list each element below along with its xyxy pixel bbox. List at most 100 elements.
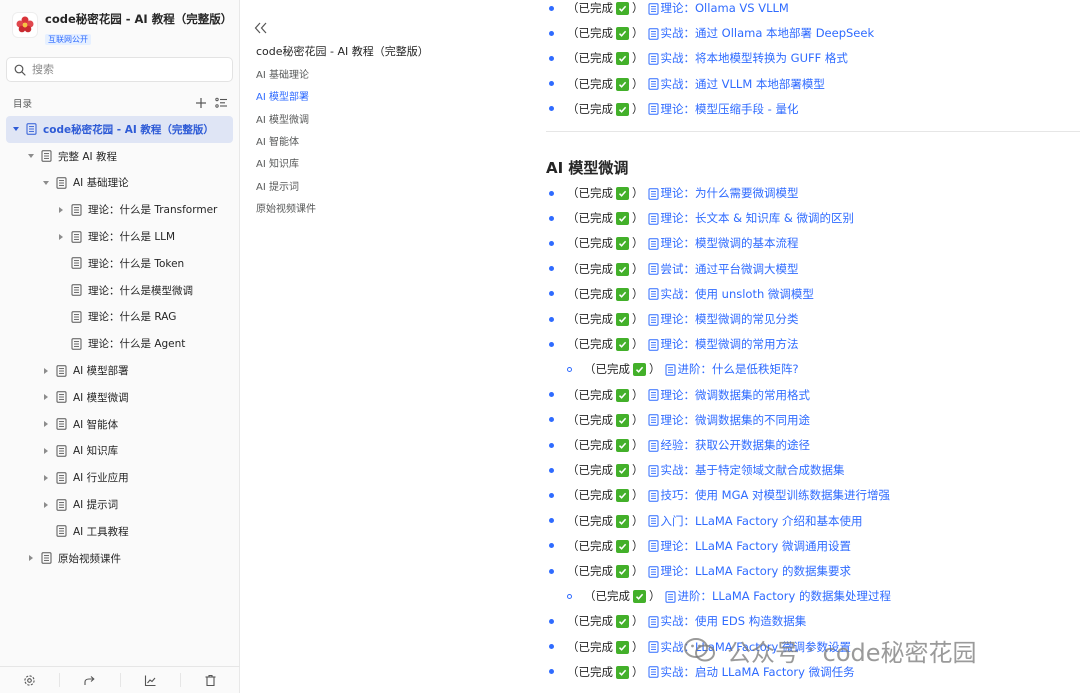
status-text: （已完成 (567, 76, 613, 91)
caret-right-icon[interactable] (42, 501, 50, 509)
outline-item[interactable]: AI 基础理论 (256, 66, 309, 81)
caret-right-icon[interactable] (42, 393, 50, 401)
watermark-separator: · (807, 636, 815, 664)
close-paren: ） (632, 26, 644, 41)
toc-item[interactable]: 理论：什么是 LLM (6, 223, 233, 250)
outline-item[interactable]: AI 智能体 (256, 133, 299, 148)
doc-link[interactable]: 进阶：LLaMA Factory 的数据集处理过程 (661, 589, 891, 603)
list-item-content: （已完成）经验：获取公开数据集的途径 (567, 437, 810, 453)
toc-item[interactable]: AI 工具教程 (6, 518, 233, 545)
doc-link[interactable]: 理论：为什么需要微调模型 (644, 186, 799, 200)
toc-item[interactable]: AI 模型部署 (6, 357, 233, 384)
doc-link[interactable]: 理论：微调数据集的常用格式 (644, 388, 810, 402)
doc-link[interactable]: 理论：Ollama VS VLLM (644, 1, 789, 15)
bullet (549, 240, 554, 246)
doc-link[interactable]: 理论：模型微调的常见分类 (644, 312, 799, 326)
doc-link[interactable]: 进阶：什么是低秩矩阵? (661, 362, 799, 376)
document-icon (71, 230, 82, 243)
plus-icon[interactable] (195, 97, 207, 109)
doc-title: LLaMA Factory 介绍和基本使用 (695, 513, 863, 528)
toc-item[interactable]: 理论：什么是 Agent (6, 330, 233, 357)
close-paren: ） (632, 463, 644, 478)
doc-link[interactable]: 实战：将本地模型转换为 GUFF 格式 (644, 51, 848, 65)
toc-item[interactable]: 理论：什么是 RAG (6, 304, 233, 331)
doc-link[interactable]: 理论：长文本 & 知识库 & 微调的区别 (644, 211, 854, 225)
outline-item[interactable]: AI 知识库 (256, 155, 299, 170)
doc-link[interactable]: 理论：模型压缩手段 - 量化 (644, 102, 798, 116)
caret-right-icon[interactable] (42, 420, 50, 428)
doc-link[interactable]: 实战：使用 unsloth 微调模型 (644, 287, 814, 301)
toc-item[interactable]: 完整 AI 教程 (6, 143, 233, 170)
toc-item[interactable]: code秘密花园 - AI 教程（完整版） (6, 116, 233, 143)
outline-item[interactable]: 原始视频课件 (256, 200, 316, 215)
document-icon (648, 439, 658, 452)
search-input[interactable] (32, 63, 222, 76)
toc-item[interactable]: AI 知识库 (6, 438, 233, 465)
toc-item[interactable]: AI 行业应用 (6, 464, 233, 491)
outline-item[interactable]: AI 提示词 (256, 178, 299, 193)
toc-item[interactable]: 理论：什么是 Transformer (6, 196, 233, 223)
document-icon (41, 552, 52, 564)
close-paren: ） (632, 186, 644, 200)
doc-link[interactable]: 理论：LLaMA Factory 微调通用设置 (644, 539, 851, 553)
checkmark-icon (616, 489, 629, 503)
doc-link[interactable]: 实战：通过 Ollama 本地部署 DeepSeek (644, 26, 874, 40)
outline-title[interactable]: code秘密花园 - AI 教程（完整版） (256, 43, 429, 59)
share-button[interactable] (60, 673, 121, 687)
doc-kind: 实战： (660, 76, 696, 91)
toc-item[interactable]: 理论：什么是模型微调 (6, 277, 233, 304)
doc-link[interactable]: 入门：LLaMA Factory 介绍和基本使用 (644, 513, 863, 528)
caret-down-icon[interactable] (27, 152, 35, 160)
doc-link[interactable]: 理论：LLaMA Factory 的数据集要求 (644, 564, 851, 578)
caret-down-icon[interactable] (12, 125, 20, 133)
outline-item[interactable]: AI 模型微调 (256, 111, 309, 126)
toc-item-label: 完整 AI 教程 (58, 150, 117, 163)
search-box[interactable] (6, 57, 233, 82)
caret-right-icon[interactable] (42, 474, 50, 482)
list-settings-icon[interactable] (215, 97, 228, 109)
caret-down-icon[interactable] (42, 179, 50, 187)
doc-title: 模型微调的常见分类 (695, 312, 799, 326)
caret-right-icon[interactable] (27, 554, 35, 562)
caret-right-icon[interactable] (42, 447, 50, 455)
toc-item[interactable]: AI 提示词 (6, 491, 233, 518)
doc-link[interactable]: 实战：基于特定领域文献合成数据集 (644, 463, 845, 477)
document-icon (56, 364, 67, 377)
list-item-content: （已完成）技巧：使用 MGA 对模型训练数据集进行增强 (567, 487, 890, 503)
toc-item[interactable]: 原始视频课件 (6, 545, 233, 572)
trash-button[interactable] (181, 673, 240, 687)
doc-link[interactable]: 经验：获取公开数据集的途径 (644, 438, 810, 452)
doc-title: 模型微调的常用方法 (695, 337, 799, 352)
toc-tree: code秘密花园 - AI 教程（完整版） 完整 AI 教程 AI 基础理论 理论：什… (6, 116, 233, 572)
doc-link[interactable]: 实战：通过 VLLM 本地部署模型 (644, 77, 825, 91)
doc-link[interactable]: 理论：微调数据集的不同用途 (644, 412, 810, 427)
document-icon (71, 204, 82, 216)
stats-button[interactable] (121, 673, 181, 687)
toc-item[interactable]: AI 智能体 (6, 411, 233, 438)
toc-item[interactable]: AI 模型微调 (6, 384, 233, 411)
doc-title: 微调数据集的不同用途 (695, 412, 810, 427)
doc-kind: 理论： (660, 564, 696, 578)
toc-item[interactable]: AI 基础理论 (6, 170, 233, 197)
doc-link[interactable]: 实战：使用 EDS 构造数据集 (644, 614, 806, 628)
toc-item[interactable]: 理论：什么是 Token (6, 250, 233, 277)
collapse-icon[interactable] (254, 22, 268, 34)
document-icon (648, 641, 658, 653)
outline-item[interactable]: AI 模型部署 (256, 88, 309, 103)
doc-link[interactable]: 理论：模型微调的基本流程 (644, 236, 799, 250)
caret-right-icon[interactable] (57, 233, 65, 241)
caret-right-icon[interactable] (57, 206, 65, 214)
status-text: （已完成 (584, 362, 630, 377)
caret-right-icon[interactable] (42, 367, 50, 375)
doc-link[interactable]: 尝试：通过平台微调大模型 (644, 262, 799, 276)
bullet (549, 618, 554, 624)
settings-button[interactable] (0, 673, 61, 687)
close-paren: ） (632, 51, 644, 66)
toc-item-label: 理论：什么是 LLM (88, 231, 176, 244)
book-header[interactable]: code秘密花园 - AI 教程（完整版） 互联网公开 (12, 12, 232, 45)
close-paren: ） (632, 614, 644, 629)
checkmark-icon (616, 413, 629, 427)
doc-link[interactable]: 技巧：使用 MGA 对模型训练数据集进行增强 (644, 488, 890, 502)
doc-link[interactable]: 理论：模型微调的常用方法 (644, 337, 799, 351)
doc-title: 模型微调的基本流程 (695, 236, 799, 251)
